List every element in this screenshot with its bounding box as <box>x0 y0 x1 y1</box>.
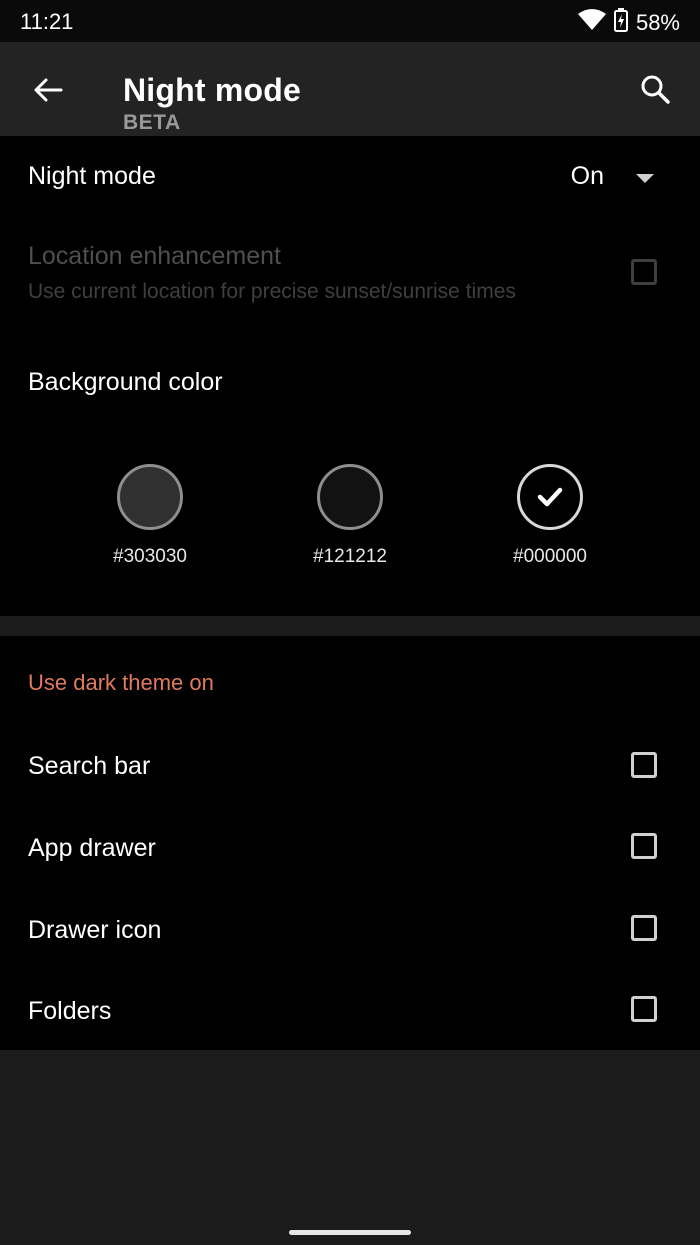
night-mode-settings: Night mode On Location enhancement Use c… <box>0 136 700 616</box>
option-label: Folders <box>28 997 112 1025</box>
search-icon <box>636 75 676 114</box>
night-mode-value: On <box>570 162 604 190</box>
status-bar: 11:21 58% <box>0 0 700 42</box>
checkmark-icon <box>520 467 580 527</box>
back-button[interactable] <box>28 70 68 110</box>
gesture-nav-handle[interactable] <box>289 1230 411 1235</box>
option-label: App drawer <box>28 834 156 862</box>
app-drawer-checkbox[interactable] <box>631 833 657 859</box>
status-time: 11:21 <box>20 9 74 34</box>
folders-checkbox[interactable] <box>631 996 657 1022</box>
drawer-icon-checkbox[interactable] <box>631 915 657 941</box>
option-label: Drawer icon <box>28 916 162 944</box>
location-checkbox <box>631 259 657 285</box>
swatch-121212[interactable] <box>317 464 383 530</box>
arrow-back-icon <box>28 78 68 114</box>
night-mode-row[interactable]: Night mode On <box>0 136 700 224</box>
background-color-label: Background color <box>28 368 223 396</box>
page-subtitle: BETA <box>123 111 181 134</box>
swatch-303030[interactable] <box>117 464 183 530</box>
location-title: Location enhancement <box>28 242 281 270</box>
option-label: Search bar <box>28 752 151 780</box>
swatch-label-000000: #000000 <box>513 546 587 567</box>
location-subtitle: Use current location for precise sunset/… <box>28 280 516 303</box>
section-divider <box>0 616 700 636</box>
status-icons: 58% <box>577 8 680 38</box>
battery-charging-icon <box>613 8 628 38</box>
swatch-label-303030: #303030 <box>113 546 187 567</box>
page-title: Night mode <box>123 72 301 108</box>
dark-theme-header: Use dark theme on <box>28 670 214 695</box>
search-bar-checkbox[interactable] <box>631 752 657 778</box>
search-button[interactable] <box>636 70 676 110</box>
wifi-icon <box>577 9 606 37</box>
app-bar: Night mode BETA <box>0 42 700 136</box>
swatch-label-121212: #121212 <box>313 546 387 567</box>
battery-percent: 58% <box>635 10 680 35</box>
dropdown-arrow-icon <box>636 174 654 183</box>
dark-theme-settings: Use dark theme on Search bar App drawer … <box>0 636 700 1050</box>
night-mode-label: Night mode <box>28 162 156 190</box>
swatch-000000[interactable] <box>517 464 583 530</box>
